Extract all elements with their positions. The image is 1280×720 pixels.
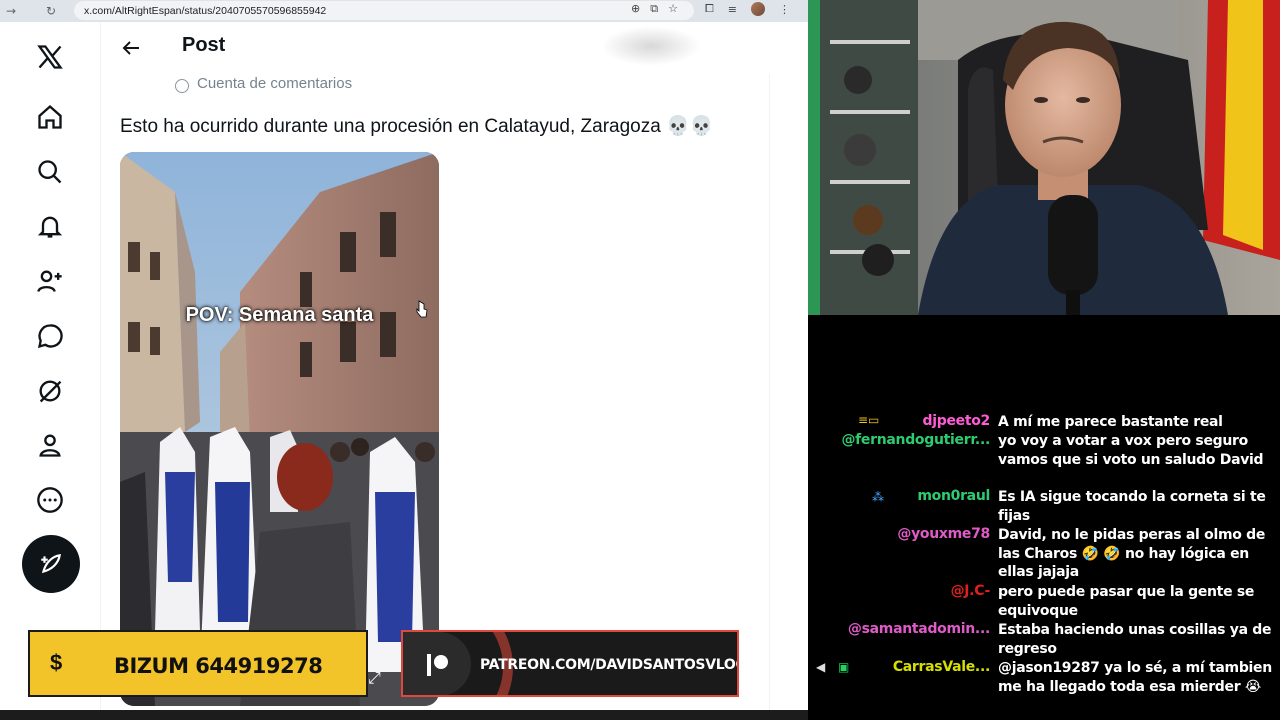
chat-text: David, no le pidas peras al olmo de las … <box>998 527 1266 580</box>
messages-icon[interactable] <box>28 314 72 358</box>
video-frame <box>120 152 439 706</box>
install-icon[interactable]: ⧉ <box>650 2 658 16</box>
reload-icon[interactable]: ↻ <box>40 2 62 20</box>
live-chat: ≡▭ djpeeto2 A mí me parece bastante real… <box>808 315 1280 720</box>
patreon-banner: PATREON.COM/DAVIDSANTOSVLOG <box>401 630 739 697</box>
browser-toolbar: → ↻ x.com/AltRightEspan/status/204070557… <box>0 0 808 22</box>
chat-text: pero puede pasar que la gente se equivoq… <box>998 584 1255 619</box>
blurred-header-element <box>601 26 701 66</box>
search-icon[interactable] <box>28 150 72 194</box>
bizum-text: BIZUM 644919278 <box>114 654 323 678</box>
post-header: Post <box>101 22 771 74</box>
dollar-icon: $ <box>50 650 63 675</box>
chat-text: @jason19287 ya lo sé, a mí tambien me ha… <box>998 660 1272 695</box>
back-arrow-icon[interactable] <box>119 36 143 60</box>
bizum-banner: $ BIZUM 644919278 <box>28 630 368 697</box>
moderator-badge-icon: ◀ <box>816 660 826 674</box>
patreon-text: PATREON.COM/DAVIDSANTOSVLOG <box>480 657 739 673</box>
chat-username[interactable]: @samantadomin... <box>848 621 990 637</box>
expand-video-icon[interactable]: ⤢ <box>368 668 390 690</box>
chat-username[interactable]: @youxme78 <box>897 526 990 542</box>
x-logo-icon[interactable] <box>28 35 72 79</box>
post-text: Esto ha ocurrido durante una procesión e… <box>120 116 714 137</box>
chat-badge-icon: ⁂ <box>872 490 884 504</box>
forward-icon[interactable]: → <box>0 2 22 20</box>
chat-badge-icon: ≡▭ <box>858 413 880 427</box>
subscriber-badge-icon: ▣ <box>838 660 850 674</box>
follow-icon[interactable] <box>28 259 72 303</box>
address-bar-actions: ⊕ ⧉ ☆ <box>631 2 678 16</box>
compose-post-button[interactable] <box>22 535 80 593</box>
chat-text: Es IA sigue tocando la corneta si te fij… <box>998 489 1266 524</box>
bookmark-star-icon[interactable]: ☆ <box>668 2 678 16</box>
chat-text: yo voy a votar a vox pero seguro vamos q… <box>998 433 1264 468</box>
chat-text: Estaba haciendo unas cosillas ya de regr… <box>998 622 1272 657</box>
post-column: Post Cuenta de comentarios Esto ha ocurr… <box>100 22 771 710</box>
page-title: Post <box>182 34 226 56</box>
chat-username[interactable]: mon0raul <box>917 488 990 504</box>
browser-extensions: ⧠ ≡ ⋮ <box>705 2 790 16</box>
url-text: x.com/AltRightEspan/status/2040705570596… <box>84 4 327 17</box>
x-sidebar <box>0 22 100 710</box>
extensions-icon[interactable]: ⧠ <box>705 2 714 16</box>
menu-icon[interactable]: ⋮ <box>779 3 790 16</box>
notifications-icon[interactable] <box>28 204 72 248</box>
chat-text: A mí me parece bastante real <box>998 414 1223 430</box>
more-icon[interactable] <box>28 478 72 522</box>
profile-icon[interactable] <box>28 423 72 467</box>
post-video[interactable]: POV: Semana santa ⤢ <box>120 152 439 706</box>
patreon-logo-icon <box>427 654 448 676</box>
profile-avatar[interactable] <box>751 2 765 16</box>
home-icon[interactable] <box>28 95 72 139</box>
browser-window: → ↻ x.com/AltRightEspan/status/204070557… <box>0 0 808 710</box>
chat-username[interactable]: @J.C- <box>951 583 991 599</box>
webcam-image <box>808 0 1280 315</box>
reading-list-icon[interactable]: ≡ <box>728 3 737 16</box>
grok-icon[interactable] <box>28 369 72 413</box>
taskbar-strip <box>0 710 808 720</box>
community-label[interactable]: Cuenta de comentarios <box>197 75 352 92</box>
chat-username[interactable]: @fernandogutierr... <box>841 432 990 448</box>
community-icon <box>175 79 189 93</box>
zoom-icon[interactable]: ⊕ <box>631 2 640 16</box>
address-bar[interactable]: x.com/AltRightEspan/status/2040705570596… <box>74 1 694 20</box>
compose-icon <box>41 554 61 574</box>
mouse-cursor-icon <box>416 300 428 318</box>
screen: → ↻ x.com/AltRightEspan/status/204070557… <box>0 0 1280 720</box>
webcam-feed <box>808 0 1280 315</box>
chat-username[interactable]: djpeeto2 <box>923 413 991 429</box>
chat-username[interactable]: CarrasVale... <box>893 659 990 675</box>
video-caption: POV: Semana santa <box>185 304 374 326</box>
